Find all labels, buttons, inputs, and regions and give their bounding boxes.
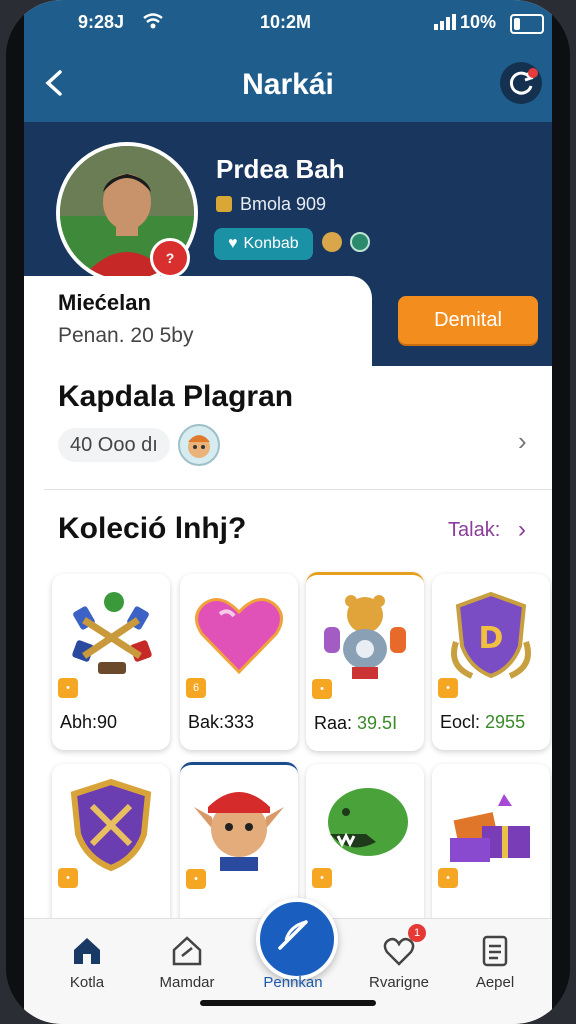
notification-badge: 1 (408, 924, 426, 942)
rattle-toys-icon (72, 592, 152, 674)
document-icon (482, 935, 508, 967)
coin-icon (216, 196, 232, 212)
header-bar: 9:28J 10:2M 10% Narkái (24, 0, 552, 122)
card-badge: • (312, 679, 332, 699)
profile-name: Prdea Bah (216, 154, 345, 184)
nav-favorites[interactable]: Rvarigne (354, 934, 444, 991)
card-badge: • (438, 678, 458, 698)
collection-card[interactable]: 6 Bak:333 (180, 574, 298, 750)
battery-icon (510, 14, 544, 34)
collection-card[interactable]: D • Eocl: 2955 (432, 574, 550, 750)
collection-card[interactable]: • (432, 764, 550, 940)
gift-boxes-icon (450, 794, 530, 862)
program-title: Kapdala Plagran (58, 380, 294, 413)
collection-title: Koleció lnhj? (58, 512, 247, 545)
collection-card[interactable]: • Raa: 39.5I (306, 572, 424, 751)
feather-icon (278, 920, 308, 950)
badge-house-icon (172, 936, 202, 966)
primary-action-button[interactable]: Demital (398, 296, 538, 344)
knight-shield-icon (70, 778, 152, 872)
medal-icon (322, 232, 342, 252)
profile-subtitle: Bmola 909 (216, 194, 326, 215)
battery-percent: 10% (460, 12, 497, 32)
card-badge: • (186, 869, 206, 889)
card-label: Eocl: 2955 (440, 712, 526, 732)
card-label: Abh:90 (60, 712, 118, 732)
status-bar: 9:28J 10:2M 10% (24, 12, 552, 38)
shield-emblem-icon: D (451, 591, 531, 679)
page-title: Narkái (242, 68, 334, 101)
nav-members[interactable]: Mamdar (142, 934, 232, 991)
wifi-icon (143, 13, 163, 29)
status-time-center: 10:2M (260, 12, 312, 32)
home-icon (74, 938, 100, 964)
svg-text:D: D (479, 621, 504, 656)
notification-dot (528, 68, 538, 78)
divider (44, 489, 552, 490)
refresh-button[interactable] (500, 62, 542, 104)
card-badge: 6 (186, 678, 206, 698)
card-badge: • (312, 868, 332, 888)
card-subtitle: Penan. 20 5by (58, 324, 194, 347)
phone-frame: 9:28J 10:2M 10% Narkái ? Prdea Bah Bmola… (6, 0, 570, 1024)
card-label: Raa: 39.5I (314, 713, 398, 733)
avatar-badge: ? (150, 238, 190, 278)
card-badge: • (58, 678, 78, 698)
profile-pill-button[interactable]: ♥ Konbab (214, 228, 313, 260)
heart-gem-icon (195, 598, 283, 675)
heart-icon: ♥ (228, 235, 238, 252)
nav-menu[interactable]: Aepel (450, 934, 540, 991)
green-monster-icon (328, 788, 408, 856)
signal-icon (434, 14, 456, 30)
home-indicator (200, 1000, 376, 1006)
nav-center-label[interactable]: Pennkan (248, 974, 338, 991)
program-chevron-icon[interactable]: › (518, 426, 538, 456)
card-badge: • (438, 868, 458, 888)
screen: 9:28J 10:2M 10% Narkái ? Prdea Bah Bmola… (24, 0, 552, 1024)
collection-card[interactable]: • (52, 764, 170, 940)
card-label: Bak:333 (188, 712, 255, 732)
card-title: Miećelan (58, 290, 151, 315)
status-time-left: 9:28J (78, 12, 125, 32)
center-action-button[interactable] (256, 898, 338, 980)
emerald-icon (350, 232, 371, 252)
achievement-icons (322, 232, 374, 256)
nav-home[interactable]: Kotla (42, 934, 132, 991)
collection-card[interactable]: • Abh:90 (52, 574, 170, 750)
elf-character-icon (194, 792, 284, 871)
collection-chevron-icon[interactable]: › (518, 516, 526, 544)
card-badge: • (58, 868, 78, 888)
collection-see-all-link[interactable]: Talak: (448, 519, 500, 542)
program-chip[interactable]: 40 Ooo dı (58, 428, 170, 462)
bear-knight-icon (324, 595, 406, 679)
mascot-icon (178, 424, 220, 466)
